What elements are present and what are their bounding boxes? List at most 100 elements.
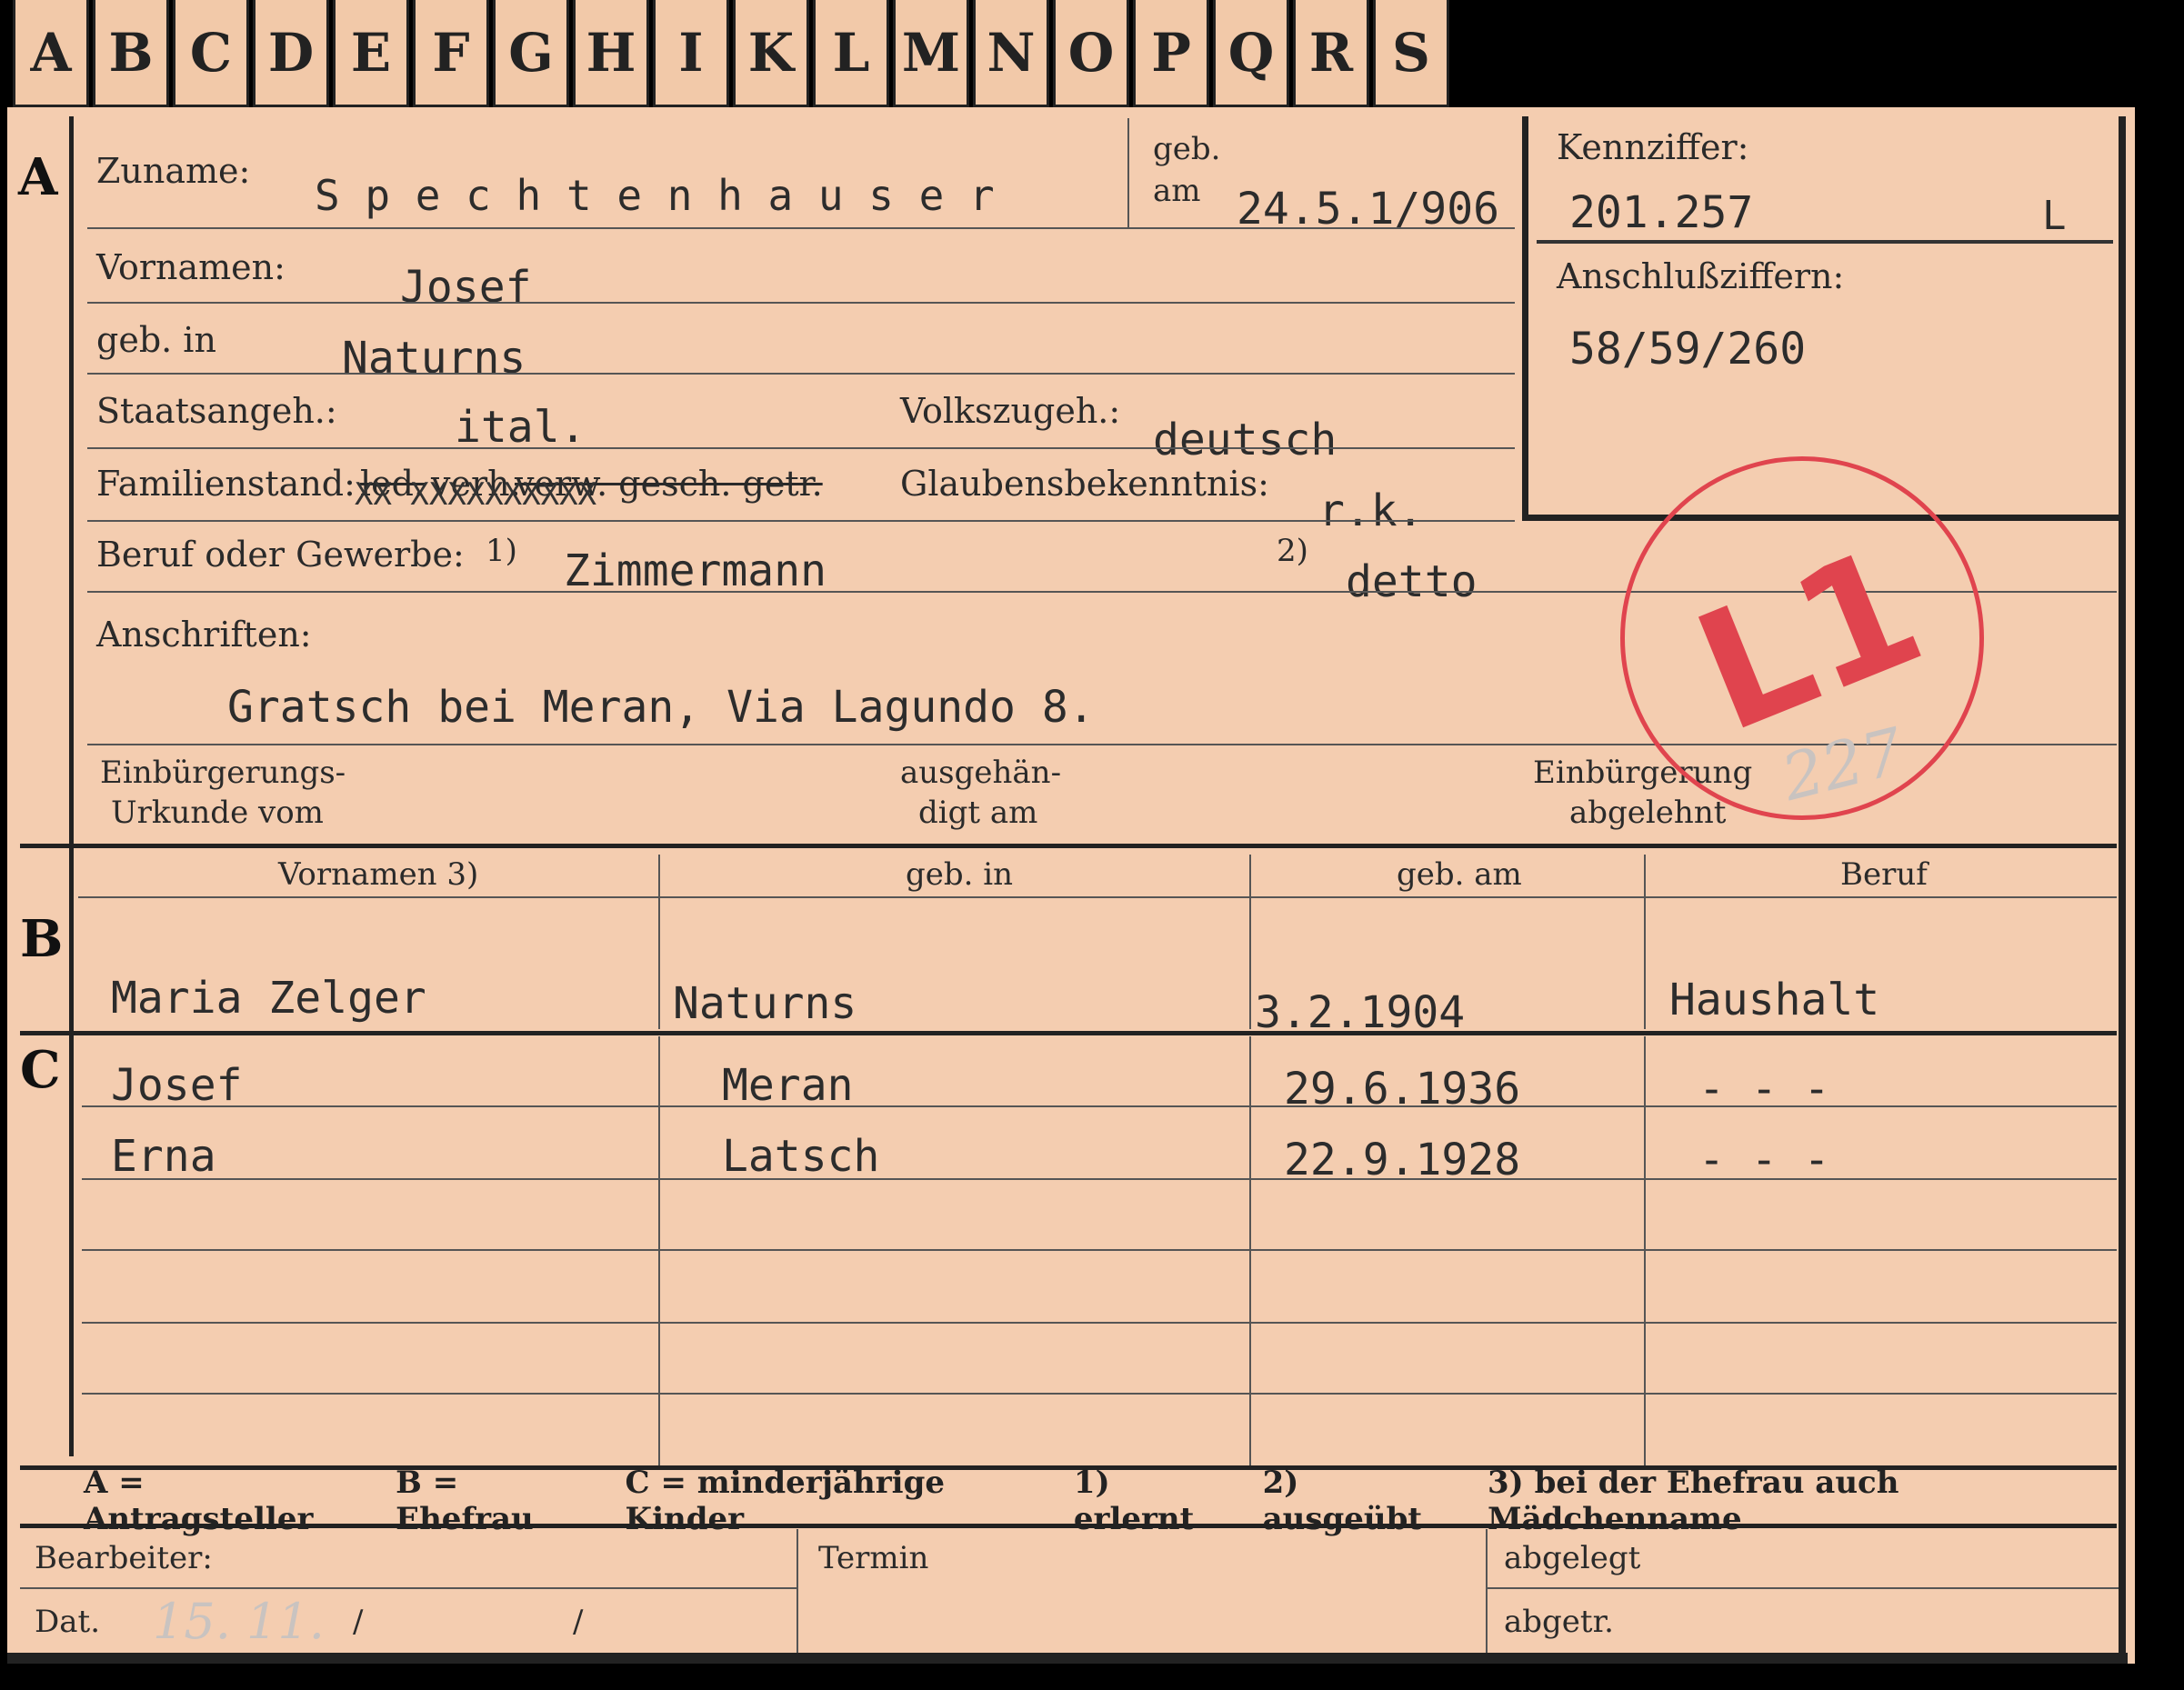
kennziffer-divider — [1537, 240, 2113, 244]
ausgehaendigt-label-2: digt am — [918, 795, 1038, 831]
tab-s[interactable]: S — [1373, 0, 1449, 107]
geb-in-label: geb. in — [96, 320, 216, 360]
legend-row: A = Antragsteller B = Ehefrau C = minder… — [20, 1465, 2111, 1537]
staatsangeh-value: ital. — [455, 402, 586, 453]
col-divider-1-c — [658, 1036, 660, 1465]
bearbeiter-label: Bearbeiter: — [35, 1540, 213, 1576]
glaubens-label: Glaubensbekenntnis: — [900, 464, 1269, 504]
tab-k[interactable]: K — [733, 0, 809, 107]
section-a-rule — [69, 116, 74, 844]
tab-l[interactable]: L — [813, 0, 889, 107]
legend-a: A = Antragsteller — [84, 1465, 314, 1537]
section-b-marker: B — [20, 909, 64, 969]
kind-1-geb-am: 29.6.1936 — [1284, 1064, 1521, 1115]
legend-c: C = minderjährige Kinder — [625, 1465, 945, 1537]
tab-h[interactable]: H — [573, 0, 649, 107]
kennziffer-label: Kennziffer: — [1557, 127, 1749, 167]
zuname-rule — [87, 227, 1515, 229]
einbuergerungs-urkunde-label-2: Urkunde vom — [111, 795, 324, 831]
volkszugeh-label: Volkszugeh.: — [900, 391, 1121, 431]
section-b-bottom-rule — [20, 1031, 2117, 1035]
abgelegt-rule — [1486, 1587, 2119, 1589]
ehefrau-geb-am: 3.2.1904 — [1255, 987, 1466, 1038]
header-beruf: Beruf — [1840, 856, 1928, 893]
abgelegt-label: abgelegt — [1504, 1540, 1641, 1576]
legend-note-1: 1) erlernt — [1073, 1465, 1195, 1537]
geb-label: geb. — [1153, 131, 1221, 167]
familienstand-label: Familienstand: — [96, 464, 356, 504]
header-vornamen: Vornamen 3) — [278, 856, 479, 893]
tab-f[interactable]: F — [413, 0, 489, 107]
geb-in-rule — [87, 373, 1515, 375]
tab-i[interactable]: I — [653, 0, 729, 107]
dat-handwritten-value: 15. 11. — [153, 1593, 325, 1650]
col-divider-2-b — [1249, 855, 1251, 1029]
row-rule-3 — [82, 1249, 2117, 1251]
anschriften-label: Anschriften: — [96, 615, 312, 655]
kennziffer-box-left — [1522, 116, 1528, 520]
kind-2-geb-in: Latsch — [722, 1131, 880, 1182]
dat-slash-2: / — [573, 1604, 584, 1640]
staatsangeh-label: Staatsangeh.: — [96, 391, 337, 431]
vornamen-value: Josef — [400, 262, 532, 313]
vornamen-label: Vornamen: — [96, 247, 286, 287]
anschrift-value: Gratsch bei Meran, Via Lagundo 8. — [227, 682, 1095, 733]
bearbeiter-rule — [20, 1587, 796, 1589]
ehefrau-vornamen: Maria Zelger — [111, 973, 426, 1024]
beruf-ausgeuebt-value: detto — [1346, 556, 1478, 607]
familienstand-rule — [87, 520, 1515, 522]
ehefrau-geb-in: Naturns — [673, 978, 857, 1029]
header-geb-am: geb. am — [1397, 856, 1522, 893]
kind-2-vornamen: Erna — [111, 1131, 216, 1182]
kennziffer-suffix: L — [2042, 193, 2067, 239]
tab-e[interactable]: E — [333, 0, 409, 107]
row-rule-4 — [82, 1322, 2117, 1324]
tab-a[interactable]: A — [13, 0, 89, 107]
familienstand-xs: XX XXXXXXXXXX — [355, 476, 597, 513]
einbuergerungs-urkunde-label-1: Einbürgerungs- — [100, 755, 346, 791]
tab-p[interactable]: P — [1133, 0, 1209, 107]
zuname-value: S p e c h t e n h a u s e r — [315, 171, 995, 220]
zuname-geb-divider — [1127, 118, 1129, 229]
tab-m[interactable]: M — [893, 0, 969, 107]
tab-r[interactable]: R — [1293, 0, 1369, 107]
tab-g[interactable]: G — [493, 0, 569, 107]
staatsangeh-rule — [87, 447, 1515, 449]
kind-2-beruf: - - - — [1698, 1135, 1830, 1185]
ausgehaendigt-label-1: ausgehän- — [900, 755, 1062, 791]
anschlussziffern-value: 58/59/260 — [1569, 324, 1807, 375]
col-divider-3-c — [1644, 1036, 1646, 1465]
tab-c[interactable]: C — [173, 0, 249, 107]
termin-label: Termin — [818, 1540, 929, 1576]
zuname-label: Zuname: — [96, 151, 251, 191]
tab-n[interactable]: N — [973, 0, 1049, 107]
legend-note-3: 3) bei der Ehefrau auch Mädchenname — [1488, 1465, 1899, 1537]
dat-slash-1: / — [353, 1604, 364, 1640]
legend-note-2: 2) ausgeübt — [1262, 1465, 1423, 1537]
abgetr-label: abgetr. — [1504, 1604, 1614, 1640]
col-divider-2-c — [1249, 1036, 1251, 1465]
anschlussziffern-label: Anschlußziffern: — [1557, 256, 1845, 296]
tab-o[interactable]: O — [1053, 0, 1129, 107]
section-a-marker: A — [18, 147, 58, 207]
beruf-label: Beruf oder Gewerbe: — [96, 535, 465, 575]
am-label: am — [1153, 173, 1201, 209]
einbuergerung-abgelehnt-label-2: abgelehnt — [1569, 795, 1727, 831]
geb-in-value: Naturns — [342, 333, 526, 384]
kind-1-geb-in: Meran — [722, 1060, 854, 1111]
tab-d[interactable]: D — [253, 0, 329, 107]
kind-1-vornamen: Josef — [111, 1060, 243, 1111]
card-right-edge — [2119, 116, 2126, 1662]
bottom-divider-1 — [796, 1529, 798, 1653]
section-c-marker: C — [20, 1040, 61, 1100]
glaubens-value: r.k. — [1318, 485, 1424, 536]
tab-b[interactable]: B — [93, 0, 169, 107]
section-a-bottom-rule — [20, 844, 2117, 848]
volkszugeh-value: deutsch — [1153, 415, 1337, 465]
ehefrau-beruf: Haushalt — [1669, 975, 1880, 1025]
kind-1-beruf: - - - — [1698, 1064, 1830, 1115]
kind-2-geb-am: 22.9.1928 — [1284, 1135, 1521, 1185]
tab-q[interactable]: Q — [1213, 0, 1289, 107]
header-rule-b — [78, 896, 2117, 898]
col-divider-1-b — [658, 855, 660, 1029]
